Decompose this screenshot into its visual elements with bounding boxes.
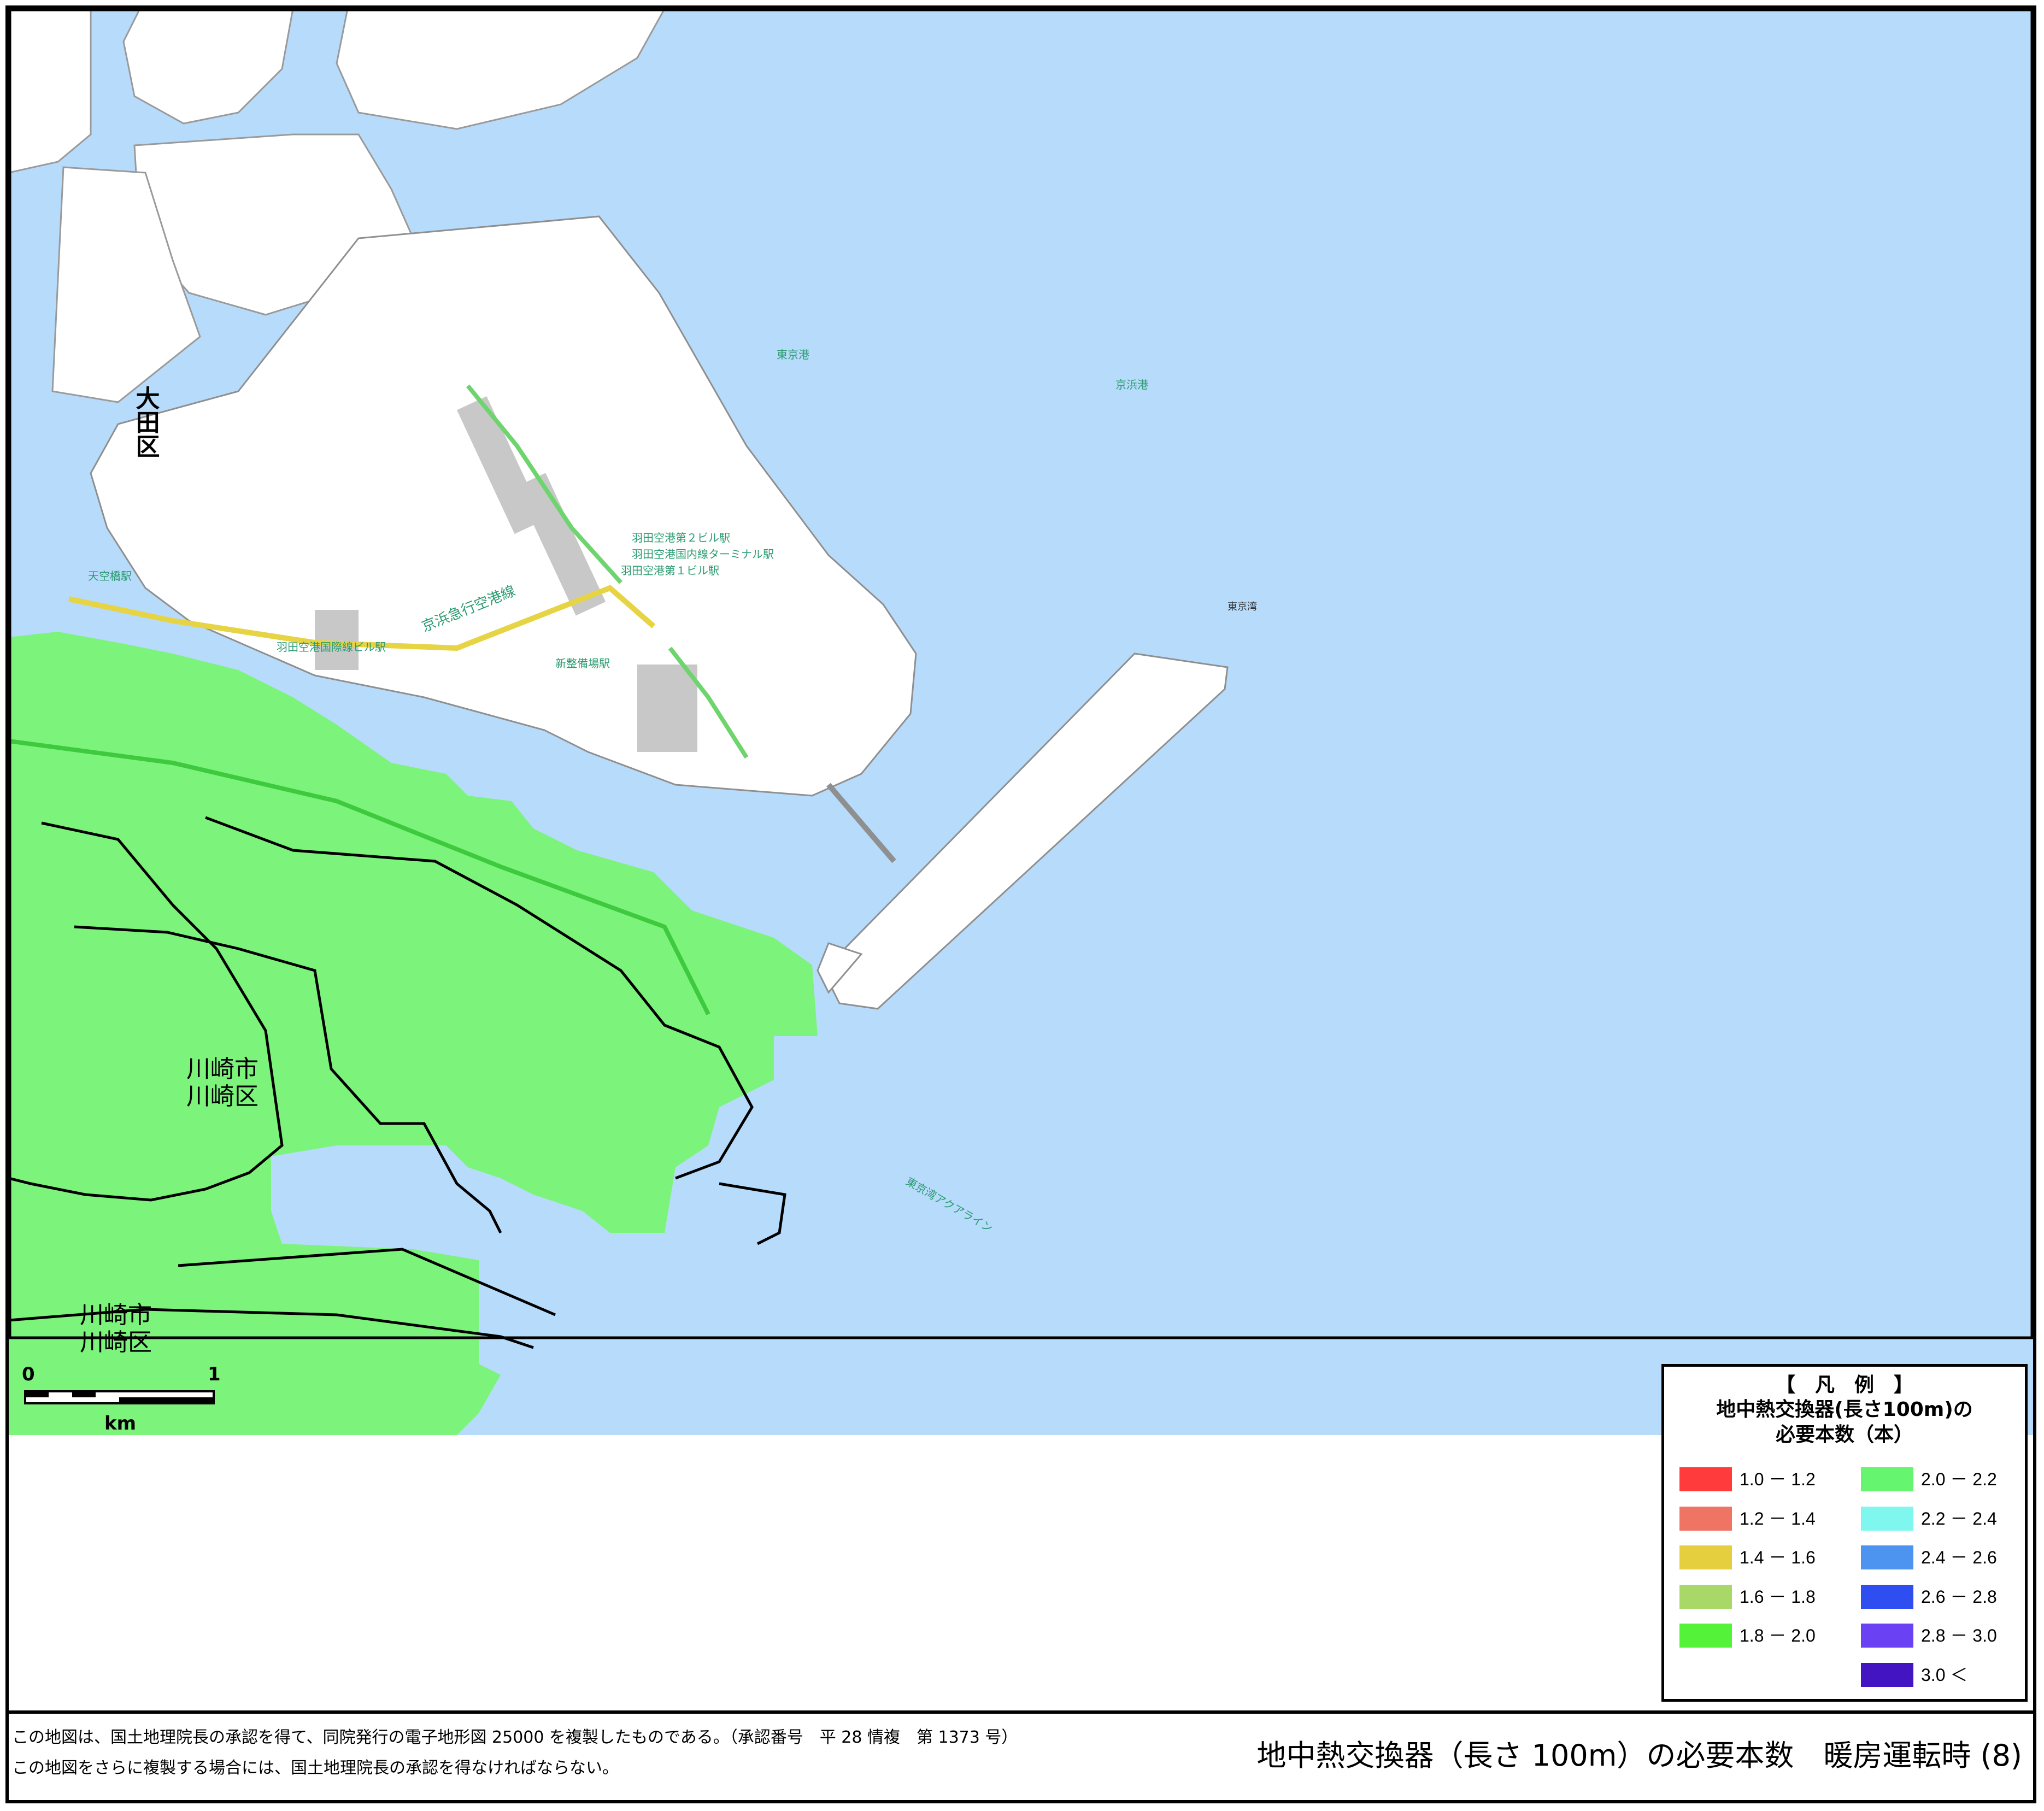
legend-swatch: [1679, 1467, 1732, 1491]
legend-swatch: [1679, 1624, 1732, 1648]
legend-label: 1.2 － 1.4: [1740, 1508, 1816, 1528]
copyright-note-2: この地図をさらに複製する場合には、国土地理院長の承認を得なければならない。: [12, 1759, 619, 1778]
kawasaki-ward-label-2: 川崎市川崎区: [80, 1301, 152, 1356]
intl-station-label: 羽田空港国際線ビル駅: [277, 640, 386, 654]
legend-label: 1.4 － 1.6: [1740, 1548, 1816, 1567]
legend-swatch: [1861, 1584, 1913, 1609]
map-canvas[interactable]: 大田区 川崎市川崎区 川崎市川崎区 東京湾 東京港 京浜港 京浜急行空港線 羽田…: [9, 9, 2033, 1435]
legend-item: 1.4 － 1.6: [1679, 1542, 1843, 1573]
legend-label: 1.6 － 1.8: [1740, 1586, 1816, 1607]
legend-item: 2.0 － 2.2: [1861, 1464, 2025, 1495]
kawasaki-ward-label-1-line1: 川崎市: [186, 1055, 259, 1083]
legend-item: 1.6 － 1.8: [1679, 1581, 1843, 1612]
terminal-station-label: 羽田空港国内線ターミナル駅: [632, 548, 774, 561]
legend-label: 3.0 ＜: [1921, 1665, 1968, 1685]
legend-label: 2.6 － 2.8: [1921, 1586, 1997, 1607]
legend-label: 1.8 － 2.0: [1740, 1626, 1816, 1645]
footer-divider: [5, 1710, 2036, 1714]
scale-end: 1: [208, 1363, 221, 1385]
legend-swatch: [1861, 1662, 1913, 1687]
map-title: 地中熱交換器（長さ 100m）の必要本数 暖房運転時 (8): [1256, 1738, 2023, 1773]
copyright-note-1: この地図は、国土地理院長の承認を得て、同院発行の電子地形図 25000 を複製し…: [12, 1728, 1018, 1747]
legend: 【 凡 例 】 地中熱交換器(長さ100m)の 必要本数（本） 1.0 － 1.…: [1661, 1364, 2028, 1702]
ota-ward-label: 大田区: [132, 386, 160, 458]
legend-subtitle-2: 必要本数（本）: [1775, 1424, 1913, 1446]
legend-swatch: [1861, 1467, 1913, 1491]
legend-label: 2.0 － 2.2: [1921, 1469, 1997, 1489]
legend-swatch: [1679, 1506, 1732, 1531]
tokyo-port-label: 東京港: [777, 348, 809, 361]
legend-item: 2.8 － 3.0: [1861, 1620, 2025, 1651]
legend-title: 【 凡 例 】: [1775, 1374, 1913, 1396]
terminal2-station-label: 羽田空港第２ビル駅: [632, 531, 730, 544]
kawasaki-ward-label-1: 川崎市川崎区: [186, 1055, 259, 1110]
kawasaki-ward-label-2-line2: 川崎区: [80, 1328, 152, 1356]
legend-item: 1.8 － 2.0: [1679, 1620, 1843, 1651]
seibijo-station-label: 新整備場駅: [555, 657, 610, 670]
tenkubashi-station-label: 天空橋駅: [88, 569, 132, 583]
legend-swatch: [1679, 1545, 1732, 1569]
legend-subtitle-1: 地中熱交換器(長さ100m)の: [1716, 1398, 1973, 1421]
legend-label: 2.8 － 3.0: [1921, 1626, 1997, 1645]
legend-swatch: [1861, 1624, 1913, 1648]
legend-swatch: [1861, 1545, 1913, 1569]
legend-item: 1.0 － 1.2: [1679, 1464, 1843, 1495]
legend-label: 2.4 － 2.6: [1921, 1548, 1997, 1567]
terminal1-station-label: 羽田空港第１ビル駅: [621, 564, 719, 577]
legend-label: 2.2 － 2.4: [1921, 1508, 1997, 1528]
kawasaki-ward-label-1-line2: 川崎区: [186, 1083, 259, 1110]
tokyo-bay-label: 東京湾: [1227, 601, 1257, 613]
legend-item: 2.6 － 2.8: [1861, 1581, 2025, 1612]
legend-item: 2.4 － 2.6: [1861, 1542, 2025, 1573]
legend-item: 2.2 － 2.4: [1861, 1503, 2025, 1534]
legend-swatch: [1861, 1506, 1913, 1531]
kawasaki-ward-label-2-line1: 川崎市: [80, 1301, 152, 1329]
keihin-port-label: 京浜港: [1115, 378, 1148, 391]
legend-label: 1.0 － 1.2: [1740, 1469, 1816, 1489]
scale-unit: km: [104, 1413, 136, 1434]
legend-item: 1.2 － 1.4: [1679, 1503, 1843, 1534]
legend-item: 3.0 ＜: [1861, 1660, 2025, 1690]
legend-swatch: [1679, 1584, 1732, 1609]
scale-start: 0: [22, 1363, 35, 1385]
